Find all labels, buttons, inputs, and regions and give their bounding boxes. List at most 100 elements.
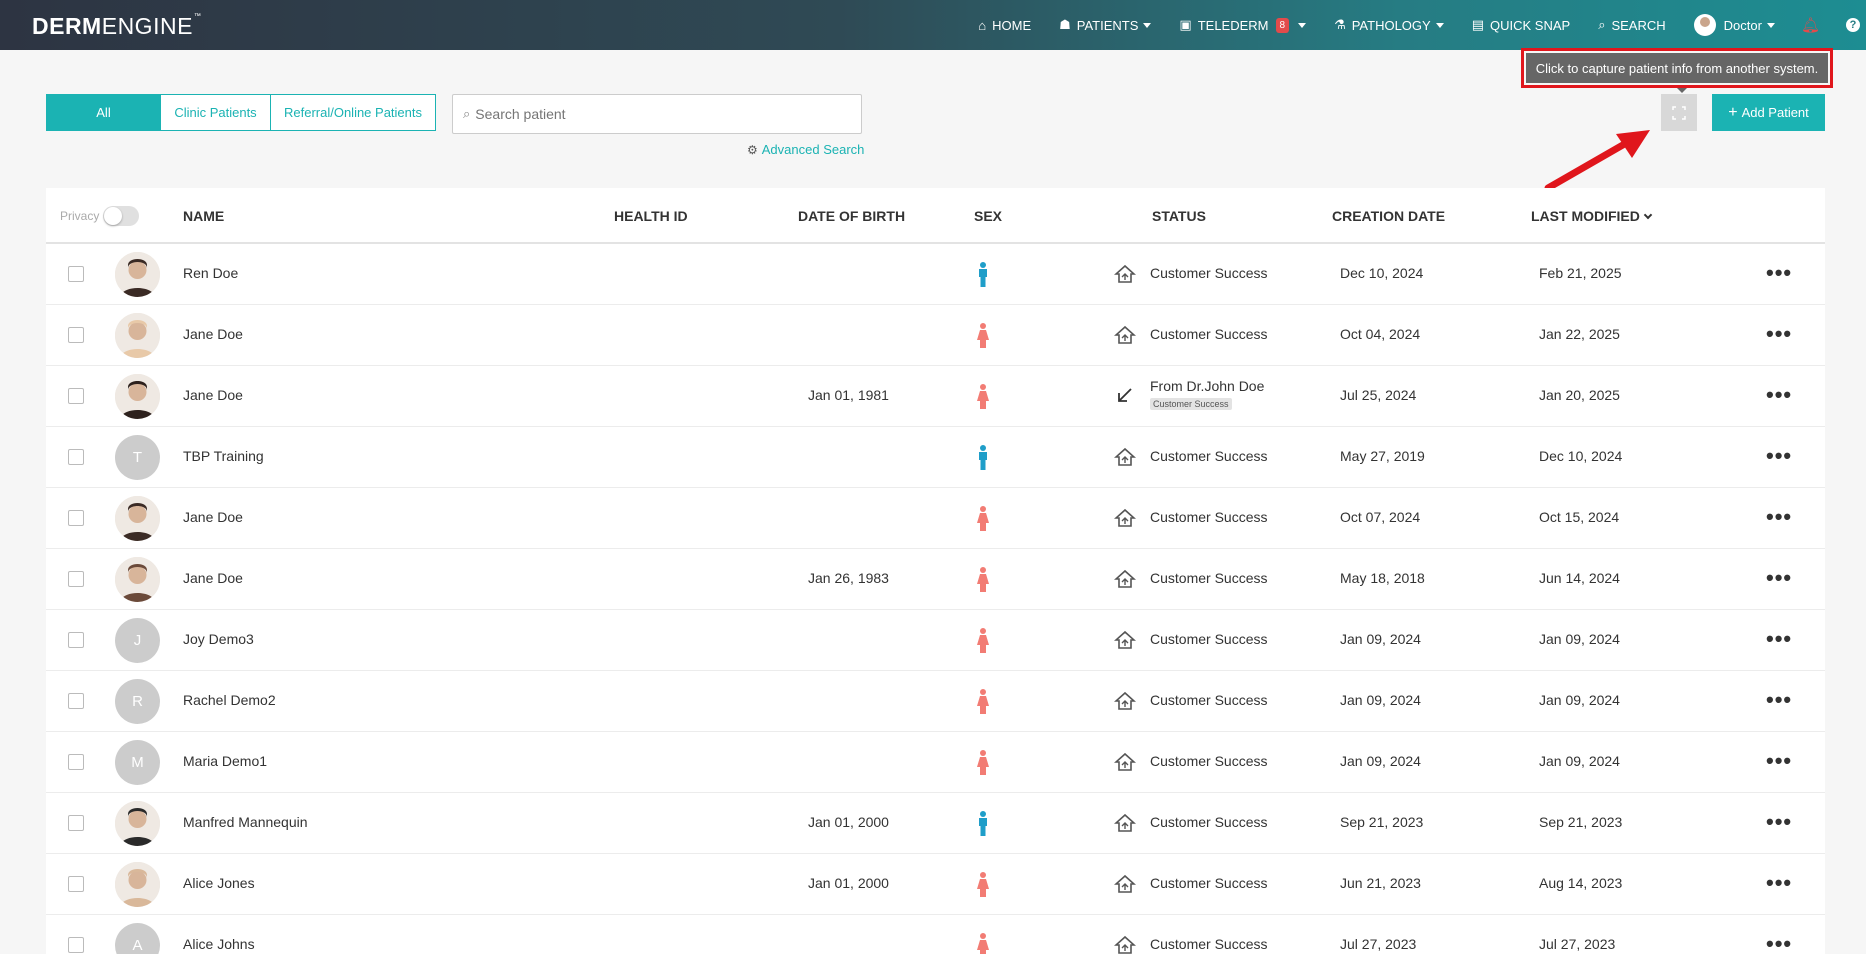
- tab-clinic-patients[interactable]: Clinic Patients: [161, 95, 271, 130]
- table-row[interactable]: J Joy Demo3 Customer Success Jan 09, 202…: [46, 610, 1825, 671]
- advanced-search-link[interactable]: ⚙ Advanced Search: [747, 142, 864, 157]
- row-more-options-icon[interactable]: •••: [1766, 750, 1792, 772]
- patient-name[interactable]: Jane Doe: [183, 570, 243, 586]
- clinic-home-icon: [1113, 264, 1137, 284]
- quick-snap-icon: ▤: [1471, 17, 1484, 32]
- brand-logo[interactable]: DERMENGINE™: [32, 13, 201, 40]
- patient-name[interactable]: Joy Demo3: [183, 631, 254, 647]
- col-date-of-birth[interactable]: DATE OF BIRTH: [798, 208, 905, 224]
- nav-help[interactable]: ?: [1846, 0, 1860, 50]
- nav-home[interactable]: ⌂ HOME: [978, 0, 1031, 50]
- table-body: Ren Doe Customer Success Dec 10, 2024 Fe…: [46, 244, 1825, 954]
- row-checkbox[interactable]: [68, 815, 84, 831]
- table-row[interactable]: Manfred Mannequin Jan 01, 2000 Customer …: [46, 793, 1825, 854]
- last-modified-date: Jun 14, 2024: [1539, 570, 1620, 586]
- creation-date: Jan 09, 2024: [1340, 631, 1421, 647]
- patient-name[interactable]: Jane Doe: [183, 326, 243, 342]
- last-modified-date: Dec 10, 2024: [1539, 448, 1623, 464]
- row-more-options-icon[interactable]: •••: [1766, 628, 1792, 650]
- patient-name[interactable]: Jane Doe: [183, 387, 243, 403]
- col-creation-date[interactable]: CREATION DATE: [1332, 208, 1445, 224]
- plus-icon: +: [1728, 103, 1738, 121]
- row-checkbox[interactable]: [68, 327, 84, 343]
- row-checkbox[interactable]: [68, 754, 84, 770]
- avatar-initial: R: [132, 693, 143, 710]
- row-more-options-icon[interactable]: •••: [1766, 384, 1792, 406]
- patient-avatar-initial: J: [115, 618, 160, 663]
- row-checkbox[interactable]: [68, 449, 84, 465]
- table-row[interactable]: Jane Doe Customer Success Oct 07, 2024 O…: [46, 488, 1825, 549]
- tab-referral-online-patients[interactable]: Referral/Online Patients: [271, 95, 435, 130]
- table-row[interactable]: Ren Doe Customer Success Dec 10, 2024 Fe…: [46, 244, 1825, 305]
- clinic-home-icon: [1113, 569, 1137, 589]
- table-row[interactable]: M Maria Demo1 Customer Success Jan 09, 2…: [46, 732, 1825, 793]
- patient-avatar-initial: M: [115, 740, 160, 785]
- table-row[interactable]: Jane Doe Jan 01, 1981 From Dr.John Doe C…: [46, 366, 1825, 427]
- row-more-options-icon[interactable]: •••: [1766, 689, 1792, 711]
- patient-name[interactable]: Maria Demo1: [183, 753, 267, 769]
- bell-icon: 🔔︎: [1800, 17, 1820, 34]
- row-more-options-icon[interactable]: •••: [1766, 445, 1792, 467]
- patient-name[interactable]: Ren Doe: [183, 265, 238, 281]
- patient-name[interactable]: Rachel Demo2: [183, 692, 276, 708]
- nav-telederm[interactable]: ▣ TELEDERM 8: [1179, 0, 1307, 50]
- patient-avatar-photo: [115, 862, 160, 907]
- add-patient-button[interactable]: + Add Patient: [1712, 94, 1825, 131]
- patient-status: Customer Success: [1150, 265, 1267, 281]
- patient-filter-tabs: All Clinic Patients Referral/Online Pati…: [46, 94, 436, 131]
- col-status[interactable]: STATUS: [1152, 208, 1206, 224]
- table-row[interactable]: A Alice Johns Customer Success Jul 27, 2…: [46, 915, 1825, 954]
- row-checkbox[interactable]: [68, 266, 84, 282]
- row-checkbox[interactable]: [68, 510, 84, 526]
- creation-date: Jun 21, 2023: [1340, 875, 1421, 891]
- last-modified-date: Jul 27, 2023: [1539, 936, 1616, 952]
- patient-name[interactable]: Jane Doe: [183, 509, 243, 525]
- col-health-id[interactable]: HEALTH ID: [614, 208, 688, 224]
- table-row[interactable]: Jane Doe Jan 26, 1983 Customer Success M…: [46, 549, 1825, 610]
- status-text: Customer Success: [1150, 570, 1268, 586]
- row-checkbox[interactable]: [68, 876, 84, 892]
- row-more-options-icon[interactable]: •••: [1766, 262, 1792, 284]
- col-last-modified[interactable]: LAST MODIFIED: [1531, 208, 1653, 224]
- female-icon: [976, 506, 990, 532]
- col-sex[interactable]: SEX: [974, 208, 1002, 224]
- patient-name[interactable]: Alice Johns: [183, 936, 255, 952]
- patient-dob: Jan 26, 1983: [808, 570, 889, 586]
- main-nav: ⌂ HOME ☗ PATIENTS ▣ TELEDERM 8 ⚗ PATHOLOGY ▤…: [978, 0, 1866, 50]
- row-more-options-icon[interactable]: •••: [1766, 811, 1792, 833]
- clinic-home-icon: [1113, 935, 1137, 954]
- capture-patient-button[interactable]: [1661, 94, 1697, 131]
- col-name[interactable]: NAME: [183, 208, 224, 224]
- status-text: Customer Success: [1150, 448, 1268, 464]
- patient-name[interactable]: TBP Training: [183, 448, 264, 464]
- patient-status: Customer Success: [1150, 936, 1267, 952]
- table-row[interactable]: T TBP Training Customer Success May 27, …: [46, 427, 1825, 488]
- table-row[interactable]: R Rachel Demo2 Customer Success Jan 09, …: [46, 671, 1825, 732]
- nav-search[interactable]: ⌕ SEARCH: [1598, 0, 1665, 50]
- table-row[interactable]: Alice Jones Jan 01, 2000 Customer Succes…: [46, 854, 1825, 915]
- referral-arrow-icon: [1114, 386, 1136, 406]
- status-text: Customer Success: [1150, 265, 1268, 281]
- row-more-options-icon[interactable]: •••: [1766, 323, 1792, 345]
- table-row[interactable]: Jane Doe Customer Success Oct 04, 2024 J…: [46, 305, 1825, 366]
- row-checkbox[interactable]: [68, 693, 84, 709]
- avatar-initial: J: [133, 632, 142, 649]
- privacy-toggle[interactable]: [103, 206, 140, 226]
- row-more-options-icon[interactable]: •••: [1766, 506, 1792, 528]
- row-more-options-icon[interactable]: •••: [1766, 872, 1792, 894]
- nav-notifications[interactable]: 🔔︎: [1801, 0, 1820, 50]
- nav-pathology[interactable]: ⚗ PATHOLOGY: [1334, 0, 1444, 50]
- row-more-options-icon[interactable]: •••: [1766, 567, 1792, 589]
- nav-quick-snap[interactable]: ▤ QUICK SNAP: [1472, 0, 1570, 50]
- nav-patients[interactable]: ☗ PATIENTS: [1059, 0, 1152, 50]
- row-checkbox[interactable]: [68, 632, 84, 648]
- patient-name[interactable]: Alice Jones: [183, 875, 255, 891]
- row-checkbox[interactable]: [68, 571, 84, 587]
- patient-name[interactable]: Manfred Mannequin: [183, 814, 308, 830]
- row-checkbox[interactable]: [68, 388, 84, 404]
- tab-all[interactable]: All: [47, 95, 161, 130]
- search-input[interactable]: [475, 106, 861, 122]
- row-checkbox[interactable]: [68, 937, 84, 953]
- nav-user-menu[interactable]: Doctor: [1693, 0, 1775, 50]
- row-more-options-icon[interactable]: •••: [1766, 933, 1792, 954]
